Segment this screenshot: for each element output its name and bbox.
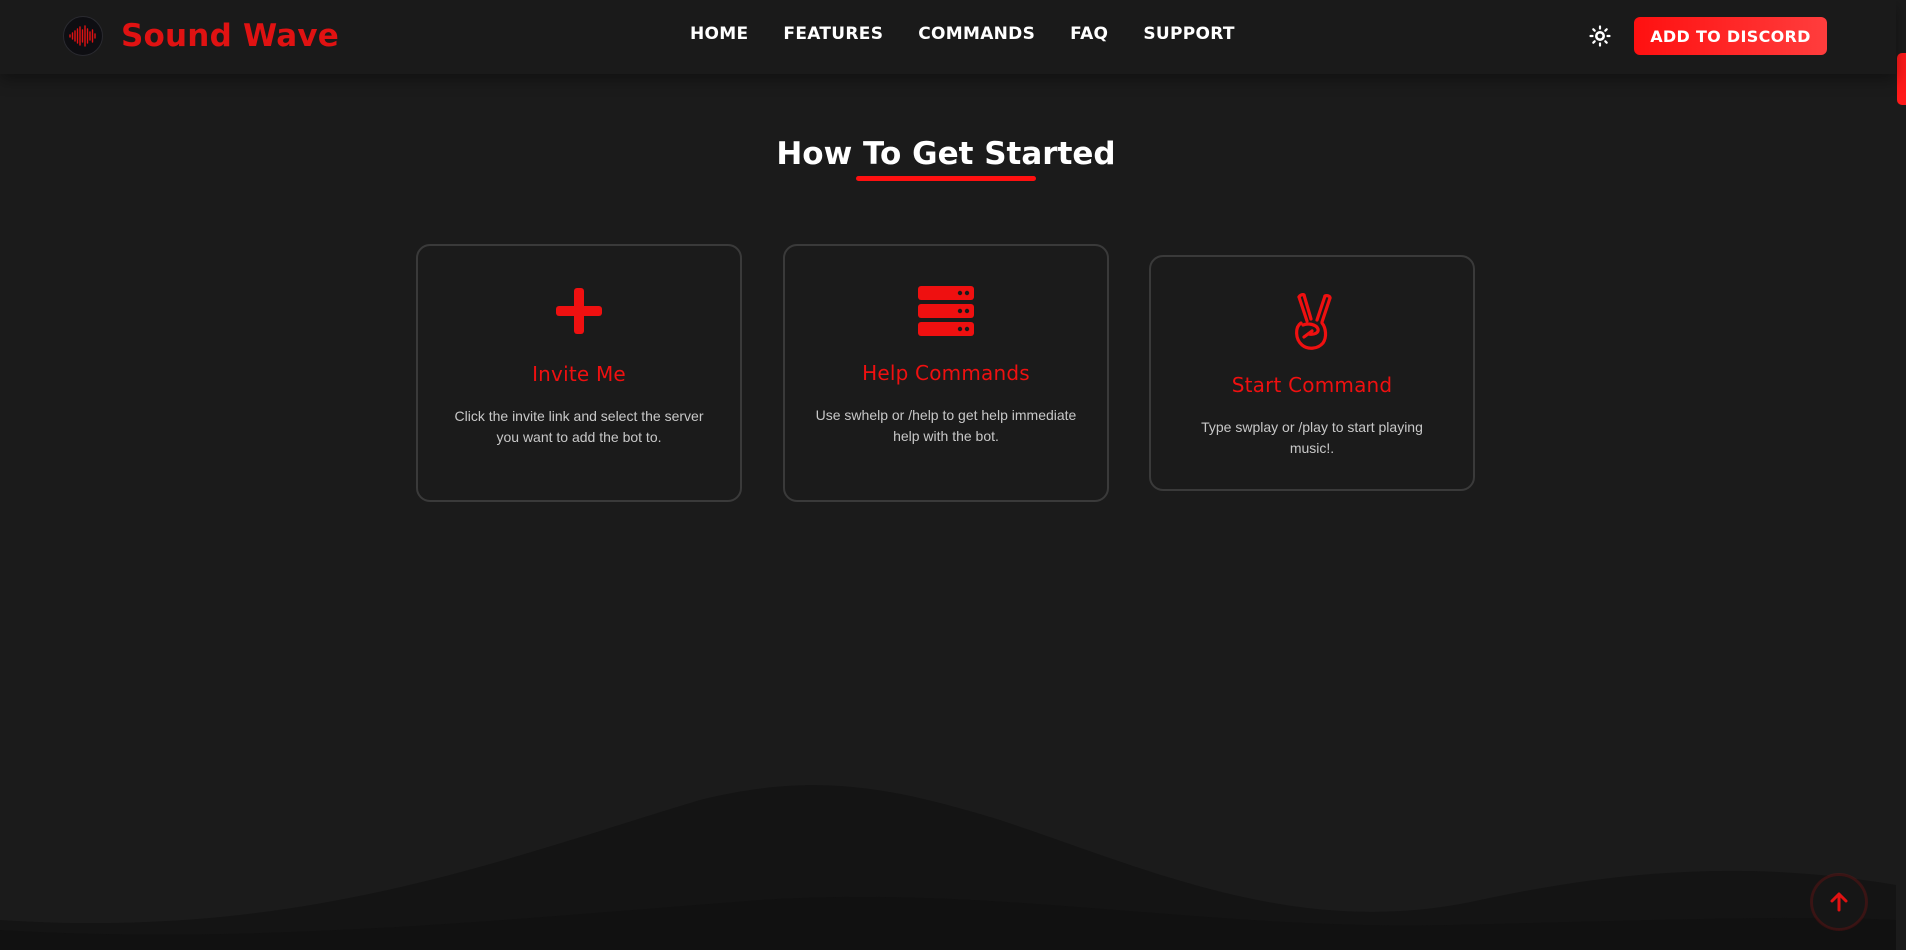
site-header: Sound Wave HOME FEATURES COMMANDS FAQ SU…: [0, 0, 1896, 74]
card-start-command: Start Command Type swplay or /play to st…: [1149, 255, 1475, 491]
footer-wave-decoration: [0, 785, 1896, 950]
nav-commands[interactable]: COMMANDS: [918, 24, 1035, 44]
nav-faq[interactable]: FAQ: [1070, 24, 1108, 44]
nav-support[interactable]: SUPPORT: [1143, 24, 1234, 44]
main-nav: HOME FEATURES COMMANDS FAQ SUPPORT: [690, 24, 1270, 44]
nav-home[interactable]: HOME: [690, 24, 748, 44]
brand-logo-link[interactable]: Sound Wave: [63, 16, 339, 56]
waveform-icon: [63, 16, 103, 56]
arrow-up-icon: [1828, 891, 1850, 913]
plus-icon: [418, 286, 740, 336]
page: Sound Wave HOME FEATURES COMMANDS FAQ SU…: [0, 0, 1906, 950]
back-to-top-button[interactable]: [1811, 874, 1867, 930]
add-to-discord-button[interactable]: ADD TO DISCORD: [1634, 17, 1827, 55]
card-description: Type swplay or /play to start playing mu…: [1201, 419, 1423, 456]
title-underline: [856, 176, 1036, 181]
scrollbar-thumb[interactable]: [1897, 53, 1906, 105]
server-icon: [785, 285, 1107, 337]
card-title: Invite Me: [532, 362, 626, 386]
sun-icon[interactable]: [1589, 25, 1611, 47]
card-help-commands: Help Commands Use swhelp or /help to get…: [783, 244, 1109, 502]
card-title: Help Commands: [862, 361, 1030, 385]
card-description: Click the invite link and select the ser…: [454, 408, 704, 445]
nav-features[interactable]: FEATURES: [783, 24, 883, 44]
card-description: Use swhelp or /help to get help immediat…: [815, 407, 1077, 444]
card-invite: Invite Me Click the invite link and sele…: [416, 244, 742, 502]
card-title: Start Command: [1231, 373, 1393, 397]
section-title: How To Get Started: [776, 136, 1116, 172]
peace-hand-icon: [1151, 293, 1473, 351]
scrollbar-track[interactable]: [1896, 0, 1906, 950]
brand-name: Sound Wave: [121, 18, 339, 54]
